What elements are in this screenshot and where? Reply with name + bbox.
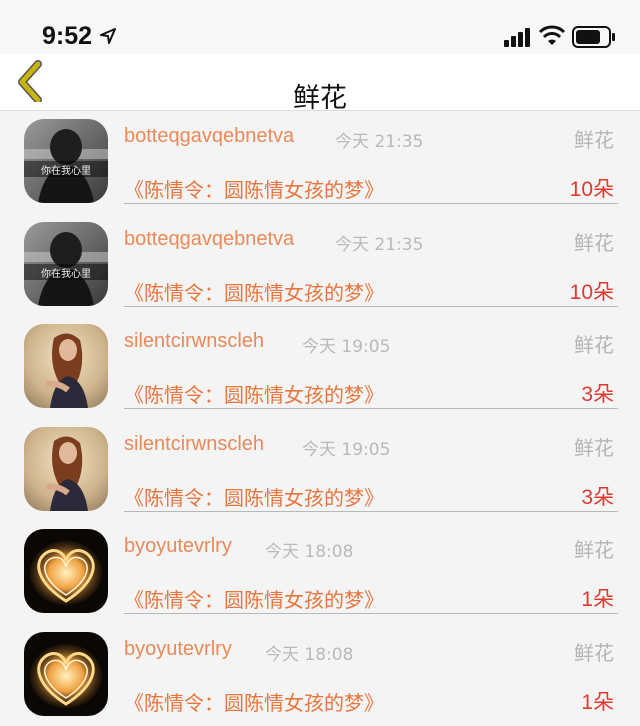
gift-type: 鲜花	[574, 432, 614, 461]
timestamp: 今天 18:08	[265, 640, 353, 665]
signal-bars-icon	[504, 27, 532, 47]
light-heart-avatar-icon	[24, 632, 108, 716]
list-item[interactable]: 你在我心里 botteqgavqebnetva 今天 21:35 鲜花 《陈情令…	[0, 214, 640, 317]
timestamp: 今天 19:05	[302, 435, 390, 460]
list-item[interactable]: 你在我心里 botteqgavqebnetva 今天 21:35 鲜花 《陈情令…	[0, 111, 640, 214]
battery-icon	[572, 26, 616, 48]
location-arrow-icon	[100, 28, 116, 44]
post-title[interactable]: 《陈情令：圆陈情女孩的梦》	[124, 687, 384, 716]
gift-type: 鲜花	[574, 637, 614, 666]
gift-type: 鲜花	[574, 124, 614, 153]
username[interactable]: silentcirwnscleh	[124, 433, 264, 456]
girl-bw-avatar-icon: 你在我心里	[24, 222, 108, 306]
timestamp: 今天 21:35	[335, 127, 423, 152]
gift-record-list: 你在我心里 botteqgavqebnetva 今天 21:35 鲜花 《陈情令…	[0, 111, 640, 726]
avatar[interactable]	[24, 427, 108, 511]
row-divider	[124, 203, 618, 204]
list-item[interactable]: silentcirwnscleh 今天 19:05 鲜花 《陈情令：圆陈情女孩的…	[0, 419, 640, 522]
list-item[interactable]: byoyutevrlry 今天 18:08 鲜花 《陈情令：圆陈情女孩的梦》 1…	[0, 521, 640, 624]
username[interactable]: byoyutevrlry	[124, 638, 232, 661]
avatar[interactable]: 你在我心里	[24, 222, 108, 306]
post-title[interactable]: 《陈情令：圆陈情女孩的梦》	[124, 174, 384, 203]
avatar-caption: 你在我心里	[41, 164, 91, 177]
timestamp: 今天 18:08	[265, 537, 353, 562]
page-title: 鲜花	[0, 76, 640, 115]
gift-count: 10朵	[570, 276, 614, 306]
status-time: 9:52	[42, 22, 92, 51]
gift-count: 10朵	[570, 173, 614, 203]
list-item[interactable]: silentcirwnscleh 今天 19:05 鲜花 《陈情令：圆陈情女孩的…	[0, 316, 640, 419]
post-title[interactable]: 《陈情令：圆陈情女孩的梦》	[124, 277, 384, 306]
username[interactable]: byoyutevrlry	[124, 535, 232, 558]
wifi-icon	[538, 25, 566, 47]
avatar[interactable]	[24, 529, 108, 613]
avatar[interactable]	[24, 632, 108, 716]
nav-bar: 鲜花	[0, 54, 640, 111]
status-bar: 9:52	[0, 0, 640, 54]
post-title[interactable]: 《陈情令：圆陈情女孩的梦》	[124, 584, 384, 613]
avatar-caption: 你在我心里	[41, 267, 91, 280]
avatar[interactable]: 你在我心里	[24, 119, 108, 203]
girl-field-avatar-icon	[24, 324, 108, 408]
girl-bw-avatar-icon: 你在我心里	[24, 119, 108, 203]
avatar[interactable]	[24, 324, 108, 408]
gift-count: 3朵	[581, 481, 614, 511]
timestamp: 今天 21:35	[335, 230, 423, 255]
gift-count: 1朵	[581, 686, 614, 716]
gift-count: 3朵	[581, 378, 614, 408]
username[interactable]: botteqgavqebnetva	[124, 125, 294, 148]
gift-type: 鲜花	[574, 227, 614, 256]
post-title[interactable]: 《陈情令：圆陈情女孩的梦》	[124, 482, 384, 511]
gift-count: 1朵	[581, 583, 614, 613]
username[interactable]: botteqgavqebnetva	[124, 228, 294, 251]
girl-field-avatar-icon	[24, 427, 108, 511]
username[interactable]: silentcirwnscleh	[124, 330, 264, 353]
row-divider	[124, 306, 618, 307]
list-item[interactable]: byoyutevrlry 今天 18:08 鲜花 《陈情令：圆陈情女孩的梦》 1…	[0, 624, 640, 726]
light-heart-avatar-icon	[24, 529, 108, 613]
row-divider	[124, 408, 618, 409]
timestamp: 今天 19:05	[302, 332, 390, 357]
gift-type: 鲜花	[574, 534, 614, 563]
post-title[interactable]: 《陈情令：圆陈情女孩的梦》	[124, 379, 384, 408]
gift-type: 鲜花	[574, 329, 614, 358]
row-divider	[124, 613, 618, 614]
row-divider	[124, 511, 618, 512]
